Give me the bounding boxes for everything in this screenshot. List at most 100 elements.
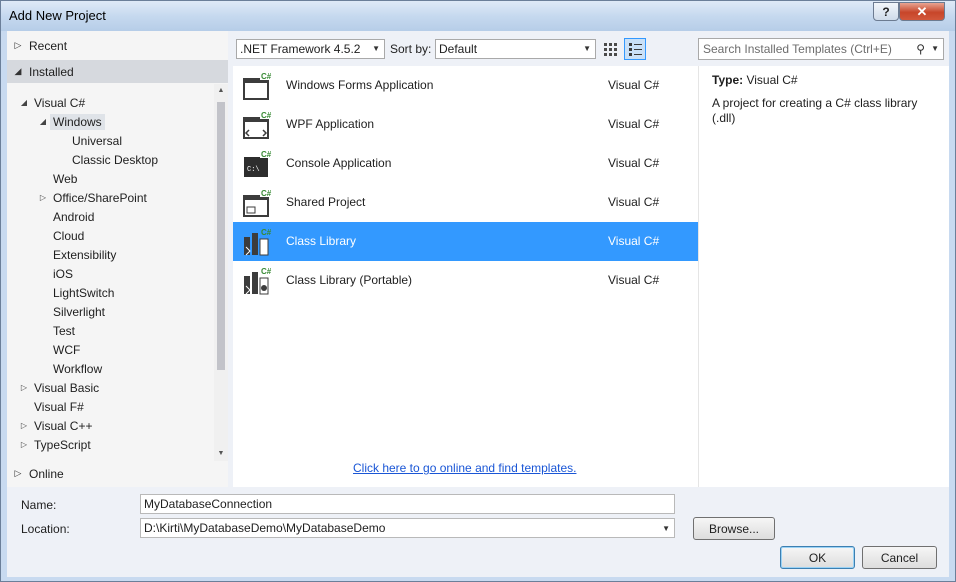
chevron-down-icon: ▼: [372, 44, 380, 53]
expand-arrow-icon[interactable]: ▷: [17, 421, 31, 430]
tree-item[interactable]: iOS: [36, 264, 76, 283]
svg-text:C#: C#: [261, 150, 272, 159]
expand-arrow-icon[interactable]: ▷: [17, 383, 31, 392]
project-name-input[interactable]: MyDatabaseConnection: [140, 494, 675, 514]
scroll-up-icon[interactable]: ▲: [214, 84, 228, 98]
chevron-down-icon[interactable]: ▼: [931, 39, 939, 59]
grid-view-icon: [604, 43, 617, 56]
template-row[interactable]: C# WPF Application Visual C#: [233, 105, 698, 144]
svg-text:C#: C#: [261, 267, 272, 276]
svg-text:C#: C#: [261, 228, 272, 237]
template-row[interactable]: C# Shared Project Visual C#: [233, 183, 698, 222]
tree-item-label: Test: [53, 323, 76, 338]
title-bar[interactable]: Add New Project ? ✕: [1, 1, 955, 31]
tree-item[interactable]: Silverlight: [36, 302, 108, 321]
svg-text:C#: C#: [261, 189, 272, 198]
tree-item-label: Web: [53, 171, 78, 186]
template-list: C# Class Library (Portable) Visual C# C# Cla…: [233, 66, 698, 487]
location-input[interactable]: D:\Kirti\MyDatabaseDemo\MyDatabaseDemo ▼: [140, 518, 675, 538]
cancel-button[interactable]: Cancel: [862, 546, 937, 569]
tree-item-label: Visual Basic: [34, 380, 100, 395]
template-name: Class Library: [286, 234, 357, 248]
location-label: Location:: [21, 522, 70, 536]
close-button[interactable]: ✕: [899, 2, 945, 21]
expand-arrow-icon[interactable]: ▷: [36, 193, 50, 202]
search-icon[interactable]: ⚲: [916, 39, 925, 59]
expand-arrow-icon[interactable]: ◢: [36, 117, 50, 126]
tree-item[interactable]: Classic Desktop: [55, 150, 161, 169]
tree-item[interactable]: Android: [36, 207, 97, 226]
tree-item[interactable]: ▷ TypeScript: [17, 435, 94, 454]
find-online-templates-link[interactable]: Click here to go online and find templat…: [353, 461, 576, 475]
chevron-down-icon: ▼: [583, 44, 591, 53]
recent-node[interactable]: ▷ Recent: [7, 34, 228, 57]
scroll-down-icon[interactable]: ▼: [214, 447, 228, 461]
expand-arrow-icon[interactable]: ◢: [17, 98, 31, 107]
tree-item[interactable]: ▷ Visual Basic: [17, 378, 102, 397]
collapse-arrow-icon[interactable]: ◢: [7, 66, 29, 77]
tree-item[interactable]: ▷ Visual C++: [17, 416, 95, 435]
class-library-portable-icon: C#: [244, 266, 272, 295]
scroll-thumb[interactable]: [217, 102, 225, 370]
expand-arrow-icon[interactable]: ▷: [7, 468, 29, 479]
tree-item[interactable]: Web: [36, 169, 80, 188]
template-row[interactable]: C# Class Library Visual C#: [233, 222, 698, 261]
type-label: Type:: [712, 73, 744, 87]
online-label: Online: [29, 466, 64, 481]
tree-item-label: Android: [53, 209, 95, 224]
type-value: Visual C#: [746, 73, 798, 87]
template-language: Visual C#: [608, 273, 660, 287]
tree-item[interactable]: WCF: [36, 340, 83, 359]
expand-arrow-icon[interactable]: ▷: [17, 440, 31, 449]
tree-scrollbar[interactable]: ▲ ▼: [214, 84, 228, 461]
wpf-icon: C#: [243, 110, 272, 139]
list-view-button[interactable]: [624, 38, 646, 60]
browse-button[interactable]: Browse...: [693, 517, 775, 540]
tree-item-label: Visual C#: [34, 95, 86, 110]
template-row[interactable]: C# Class Library (Portable) Visual C#: [233, 261, 698, 300]
online-node[interactable]: ▷ Online: [7, 462, 228, 485]
expand-arrow-icon[interactable]: ▷: [7, 40, 29, 51]
svg-text:C#: C#: [261, 111, 272, 120]
tree-item-label: Silverlight: [53, 304, 106, 319]
tree-item[interactable]: Workflow: [36, 359, 105, 378]
svg-text:C:\: C:\: [247, 166, 260, 174]
tree-item[interactable]: Test: [36, 321, 78, 340]
template-search-input[interactable]: Search Installed Templates (Ctrl+E) ⚲ ▼: [698, 38, 944, 60]
tree-item-label: Workflow: [53, 361, 103, 376]
template-language: Visual C#: [608, 195, 660, 209]
template-row[interactable]: C# Windows Forms Application Visual C#: [233, 66, 698, 105]
tree-item[interactable]: ▷ Office/SharePoint: [36, 188, 150, 207]
recent-label: Recent: [29, 38, 68, 53]
ok-button[interactable]: OK: [780, 546, 855, 569]
tree-item[interactable]: ◢ Windows: [36, 112, 105, 131]
help-button[interactable]: ?: [873, 2, 899, 21]
tree-item-label: Extensibility: [53, 247, 117, 262]
tree-item[interactable]: Extensibility: [36, 245, 119, 264]
tree-item[interactable]: LightSwitch: [36, 283, 117, 302]
tree-item[interactable]: Cloud: [36, 226, 87, 245]
dialog-window: Add New Project ? ✕ ▷ Recent ◢ Installed…: [0, 0, 956, 582]
window-title: Add New Project: [9, 8, 106, 23]
installed-node[interactable]: ◢ Installed: [7, 60, 228, 83]
framework-select[interactable]: .NET Framework 4.5.2 ▼: [236, 39, 385, 59]
template-language: Visual C#: [608, 156, 660, 170]
tree-item[interactable]: Universal: [55, 131, 125, 150]
template-type: Type: Visual C#: [712, 73, 798, 87]
installed-label: Installed: [29, 64, 74, 79]
template-language: Visual C#: [608, 78, 660, 92]
template-row[interactable]: C:\ C# Console Application Visual C#: [233, 144, 698, 183]
template-description: A project for creating a C# class librar…: [712, 96, 918, 125]
project-name-value: MyDatabaseConnection: [144, 497, 273, 511]
name-label: Name:: [21, 498, 57, 512]
template-language: Visual C#: [608, 234, 660, 248]
tree-item[interactable]: Visual F#: [17, 397, 87, 416]
chevron-down-icon[interactable]: ▼: [662, 520, 670, 538]
sort-select[interactable]: Default ▼: [435, 39, 596, 59]
template-category-tree: ◢ Visual C# ◢ Windows Universal Classic Deskt…: [7, 84, 214, 461]
search-placeholder: Search Installed Templates (Ctrl+E): [703, 42, 892, 56]
template-description-pane: Type: Visual C# A project for creating a…: [698, 66, 949, 487]
small-icons-view-button[interactable]: [599, 38, 621, 60]
tree-item-label: Visual F#: [34, 399, 84, 414]
tree-item[interactable]: ◢ Visual C#: [17, 93, 88, 112]
